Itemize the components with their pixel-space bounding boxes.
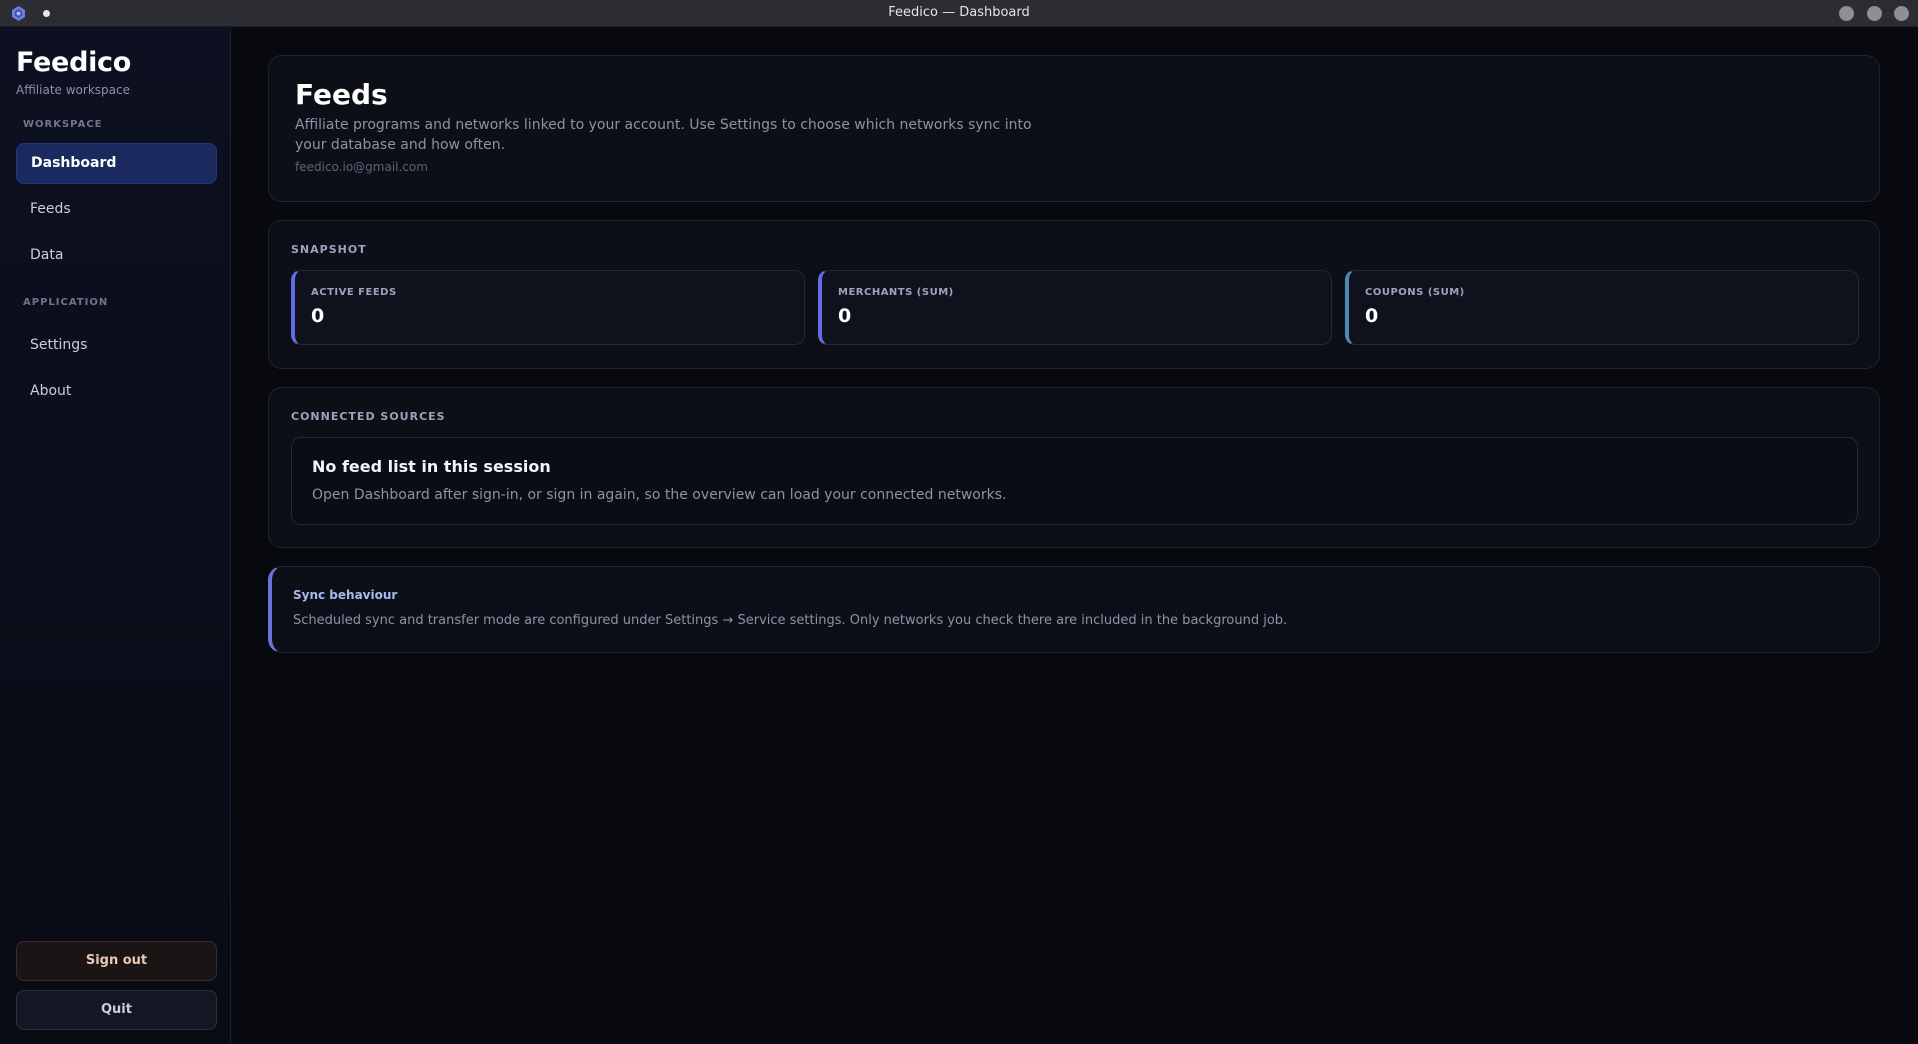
sidebar-item-settings[interactable]: Settings [16,325,217,366]
stat-label: COUPONS (SUM) [1365,287,1465,298]
sidebar-item-dashboard[interactable]: Dashboard [16,143,217,184]
window-titlebar: Feedico — Dashboard [0,0,1918,27]
stat-card-coupons: COUPONS (SUM) 0 [1345,270,1859,345]
nav-section-workspace: WORKSPACE [23,119,103,130]
sync-behaviour-callout: Sync behaviour Scheduled sync and transf… [268,566,1880,653]
snapshot-card: SNAPSHOT ACTIVE FEEDS 0 MERCHANTS (SUM) … [268,220,1880,369]
stat-label: MERCHANTS (SUM) [838,287,954,298]
stat-label: ACTIVE FEEDS [311,287,397,298]
sidebar: Feedico Affiliate workspace WORKSPACE Da… [0,27,231,1044]
page-description: Affiliate programs and networks linked t… [295,117,1032,153]
empty-state: No feed list in this session Open Dashbo… [291,437,1858,525]
stat-value: 0 [311,305,325,327]
connected-sources-card: CONNECTED SOURCES No feed list in this s… [268,387,1880,548]
sidebar-item-about[interactable]: About [16,371,217,412]
minimize-icon[interactable] [1839,6,1854,21]
stat-value: 0 [1365,305,1379,327]
empty-state-title: No feed list in this session [312,457,551,476]
empty-state-description: Open Dashboard after sign-in, or sign in… [312,487,1007,503]
sync-description: Scheduled sync and transfer mode are con… [293,613,1288,628]
stat-value: 0 [838,305,852,327]
page-header-card: Feeds Affiliate programs and networks li… [268,55,1880,202]
nav-section-application: APPLICATION [23,297,109,308]
sync-title: Sync behaviour [293,588,398,602]
sign-out-button[interactable]: Sign out [16,941,217,981]
brand-title: Feedico [16,47,132,78]
stat-card-active-feeds: ACTIVE FEEDS 0 [291,270,805,345]
quit-button[interactable]: Quit [16,990,217,1030]
sidebar-item-data[interactable]: Data [16,235,217,276]
account-email: feedico.io@gmail.com [295,160,428,174]
window-title: Feedico — Dashboard [888,5,1030,20]
snapshot-heading: SNAPSHOT [291,243,367,256]
stat-card-merchants: MERCHANTS (SUM) 0 [818,270,1332,345]
brand-subtitle: Affiliate workspace [16,83,130,97]
sidebar-item-feeds[interactable]: Feeds [16,189,217,230]
page-title: Feeds [295,78,388,111]
connected-sources-heading: CONNECTED SOURCES [291,410,446,423]
maximize-icon[interactable] [1867,6,1882,21]
close-icon[interactable] [1894,6,1909,21]
